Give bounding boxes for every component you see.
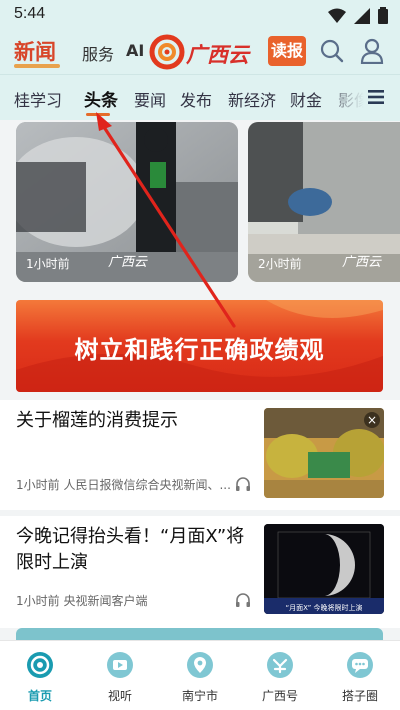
close-icon[interactable]: × — [364, 412, 380, 428]
next-card-peek[interactable] — [16, 628, 383, 640]
guangxi-account-icon — [267, 652, 293, 678]
logo-text: 广西云 — [186, 42, 249, 67]
location-pin-icon — [187, 652, 213, 678]
nav-nanning[interactable]: 南宁市 — [165, 647, 235, 707]
tab-active-indicator — [86, 113, 110, 116]
channel-tabs: 桂学习 头条 要闻 发布 新经济 财金 影像 — [0, 74, 400, 121]
headphones-icon[interactable] — [234, 475, 252, 493]
card-watermark: 广西云 — [342, 255, 382, 270]
nav-video[interactable]: 视听 — [85, 647, 155, 707]
chat-bubble-icon — [347, 652, 373, 678]
tab-gui-study[interactable]: 桂学习 — [14, 87, 62, 111]
app-header: 新闻 服务 AI 广西云 读报 — [0, 30, 400, 74]
banner-headline: 树立和践行正确政绩观 — [74, 336, 325, 364]
news-image-card[interactable]: 1小时前 广西云 — [16, 122, 238, 282]
header-ai-tab[interactable]: AI — [126, 41, 144, 60]
thumbnail-caption: “月面X” 今晚将限时上演 — [285, 604, 363, 612]
menu-icon[interactable] — [366, 87, 386, 107]
signal-icon — [354, 7, 370, 24]
search-icon[interactable] — [320, 39, 344, 63]
news-title: 今晚记得抬头看！“月面X”将限时上演 — [16, 526, 245, 573]
news-meta: 1小时前 央视新闻客户端 — [16, 594, 148, 608]
logo-swirl-icon — [149, 34, 185, 70]
bottom-nav: 首页 视听 南宁市 广西号 搭子圈 — [0, 640, 400, 710]
news-list-item[interactable]: 今晚记得抬头看！“月面X”将限时上演 1小时前 央视新闻客户端 “月面X” 今晚… — [0, 516, 400, 628]
tab-important-news[interactable]: 要闻 — [134, 87, 166, 111]
news-meta: 1小时前 人民日报微信综合央视新闻、... — [16, 478, 231, 492]
card-watermark: 广西云 — [108, 255, 148, 270]
nav-label: 广西号 — [261, 689, 298, 703]
nav-label: 搭子圈 — [341, 689, 378, 703]
guangxiyun-logo[interactable]: 广西云 — [148, 33, 252, 71]
battery-icon — [378, 7, 388, 24]
user-icon[interactable] — [360, 38, 384, 64]
headphones-icon[interactable] — [234, 591, 252, 609]
news-list-item[interactable]: 关于榴莲的消费提示 1小时前 人民日报微信综合央视新闻、... × — [0, 400, 400, 510]
card-time: 2小时前 — [258, 257, 302, 271]
status-bar: 5:44 — [0, 0, 400, 30]
video-icon — [107, 652, 133, 678]
status-time: 5:44 — [14, 5, 46, 22]
tab-finance[interactable]: 财金 — [290, 87, 322, 111]
read-newspaper-button[interactable]: 读报 — [268, 36, 306, 66]
header-news-tab[interactable]: 新闻 — [14, 36, 56, 66]
tabs-fade — [320, 75, 400, 121]
tab-release[interactable]: 发布 — [180, 87, 212, 111]
news-title: 关于榴莲的消费提示 — [16, 410, 178, 431]
nav-label: 首页 — [27, 689, 52, 703]
wifi-icon — [328, 8, 346, 23]
nav-guangxi-account[interactable]: 广西号 — [245, 647, 315, 707]
news-image-card[interactable]: 2小时前 广西云 — [248, 122, 400, 282]
card-time: 1小时前 — [26, 257, 70, 271]
news-thumbnail[interactable]: “月面X” 今晚将限时上演 — [264, 524, 384, 614]
moon-photo — [264, 524, 384, 614]
status-icons — [328, 7, 388, 24]
news-thumbnail[interactable]: × — [264, 408, 384, 498]
tab-headlines[interactable]: 头条 — [84, 86, 118, 111]
nav-home[interactable]: 首页 — [5, 647, 75, 707]
tab-new-economy[interactable]: 新经济 — [228, 87, 276, 111]
header-news-underline — [14, 64, 60, 68]
home-swirl-icon — [27, 652, 53, 678]
nav-partner-circle[interactable]: 搭子圈 — [325, 647, 395, 707]
nav-label: 南宁市 — [181, 689, 218, 703]
nav-label: 视听 — [107, 689, 132, 703]
promo-banner[interactable]: 树立和践行正确政绩观 — [16, 300, 383, 392]
header-service-tab[interactable]: 服务 — [82, 41, 114, 65]
